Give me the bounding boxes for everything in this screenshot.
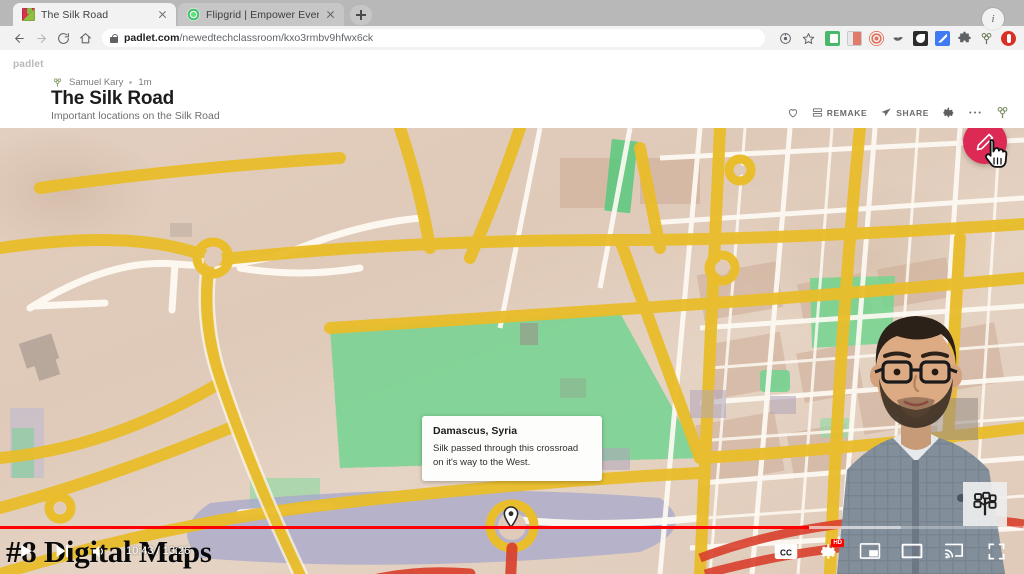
miniplayer-button[interactable] — [852, 535, 888, 567]
hd-badge: HD — [831, 539, 844, 547]
cc-icon: CC — [774, 543, 798, 559]
close-icon[interactable] — [157, 9, 168, 20]
channel-watermark[interactable] — [963, 482, 1007, 526]
flipgrid-favicon-icon — [187, 8, 200, 21]
padlet-header: padlet Samuel Kary 1m The Silk Road Impo… — [0, 50, 1024, 128]
share-button[interactable]: SHARE — [880, 107, 929, 118]
cast-button[interactable] — [936, 535, 972, 567]
padlet-timestamp: 1m — [138, 77, 152, 88]
tab-strip: The Silk Road Flipgrid | Empower Every V… — [0, 0, 1024, 26]
document-extension-icon[interactable] — [847, 30, 862, 46]
page-title: The Silk Road — [51, 88, 175, 109]
lock-icon — [110, 33, 118, 43]
video-time-display: 10:43 / 13:26 — [126, 545, 191, 557]
forward-icon — [30, 27, 52, 49]
callout-body: Silk passed through this crossroad on it… — [433, 443, 579, 468]
reload-icon[interactable] — [52, 27, 74, 49]
padlet-logo[interactable]: padlet — [13, 59, 44, 70]
callout-title: Damascus, Syria — [433, 425, 518, 437]
more-options-button[interactable] — [968, 110, 982, 115]
omnibox-actions — [779, 32, 815, 45]
back-icon[interactable] — [8, 27, 30, 49]
tab-title: The Silk Road — [41, 8, 109, 21]
fullscreen-icon — [988, 543, 1004, 559]
padlet-favicon-icon — [22, 8, 35, 21]
screencastify-extension-icon[interactable] — [825, 30, 840, 46]
remake-button[interactable]: REMAKE — [812, 107, 867, 118]
tab-the-silk-road[interactable]: The Silk Road — [13, 3, 176, 26]
grammarly-extension-icon[interactable] — [869, 30, 884, 46]
favorite-button[interactable] — [787, 107, 799, 119]
address-bar[interactable]: padlet.com/newedtechclassroom/kxo3rmbv9h… — [102, 29, 765, 47]
tree-avatar-icon — [52, 77, 63, 88]
bird-extension-icon[interactable] — [891, 30, 906, 46]
extensions-row — [815, 30, 1016, 46]
player-controls-right: CC HD — [768, 535, 1014, 567]
player-controls-left: 10:43 / 13:26 — [8, 535, 198, 567]
padlet-action-bar: REMAKE SHARE — [787, 105, 1010, 120]
separator-dot — [129, 81, 133, 84]
page-subtitle: Important locations on the Silk Road — [51, 110, 220, 122]
padlet-author-name: Samuel Kary — [69, 77, 124, 88]
miniplayer-icon — [859, 543, 881, 559]
new-tab-button[interactable] — [350, 5, 372, 25]
browser-chrome: The Silk Road Flipgrid | Empower Every V… — [0, 0, 1024, 50]
adblock-extension-icon[interactable] — [1001, 30, 1016, 46]
url-text: padlet.com/newedtechclassroom/kxo3rmbv9h… — [124, 32, 373, 44]
settings-button[interactable] — [942, 106, 955, 119]
captions-button[interactable]: CC — [768, 535, 804, 567]
volume-button[interactable] — [80, 535, 116, 567]
account-avatar[interactable] — [995, 105, 1010, 120]
play-icon — [21, 545, 32, 557]
next-icon — [56, 545, 68, 557]
remake-label: REMAKE — [826, 107, 868, 118]
tab-title: Flipgrid | Empower Every Voice — [206, 8, 319, 21]
fullscreen-button[interactable] — [978, 535, 1014, 567]
play-button[interactable] — [8, 535, 44, 567]
browser-toolbar: padlet.com/newedtechclassroom/kxo3rmbv9h… — [0, 26, 1024, 50]
profile-info-badge[interactable]: i — [982, 8, 1004, 30]
close-icon[interactable] — [325, 9, 336, 20]
theater-mode-button[interactable] — [894, 535, 930, 567]
map-callout-card[interactable]: Damascus, Syria Silk passed through this… — [422, 416, 602, 481]
tab-flipgrid[interactable]: Flipgrid | Empower Every Voice — [178, 3, 344, 26]
star-icon[interactable] — [802, 32, 815, 45]
screen-root: The Silk Road Flipgrid | Empower Every V… — [0, 0, 1024, 574]
home-icon[interactable] — [74, 27, 96, 49]
padlet-author-row: Samuel Kary 1m — [52, 77, 152, 88]
video-stage[interactable]: Damascus, Syria Silk passed through this… — [0, 128, 1024, 574]
location-pin-icon[interactable] — [503, 506, 519, 529]
url-path: /newedtechclassroom/kxo3rmbv9hfwx6ck — [179, 32, 374, 44]
newedtechclassroom-extension-icon[interactable] — [979, 31, 994, 46]
volume-icon — [92, 545, 103, 557]
video-settings-button[interactable]: HD — [810, 535, 846, 567]
cast-icon — [944, 543, 963, 559]
share-circle-icon[interactable] — [779, 32, 792, 45]
share-label: SHARE — [896, 107, 929, 118]
video-player-controls: 10:43 / 13:26 CC HD — [0, 529, 1024, 574]
newedtechclassroom-tree-logo-icon — [973, 491, 997, 516]
next-video-button[interactable] — [44, 535, 80, 567]
url-domain: padlet.com — [124, 32, 180, 44]
cursor-pointer-hand-icon — [982, 138, 1010, 172]
theater-icon — [901, 543, 923, 559]
puzzle-extensions-icon[interactable] — [957, 31, 972, 46]
svg-text:CC: CC — [780, 548, 792, 557]
dark-reader-extension-icon[interactable] — [913, 30, 928, 46]
blue-pen-extension-icon[interactable] — [935, 30, 950, 46]
